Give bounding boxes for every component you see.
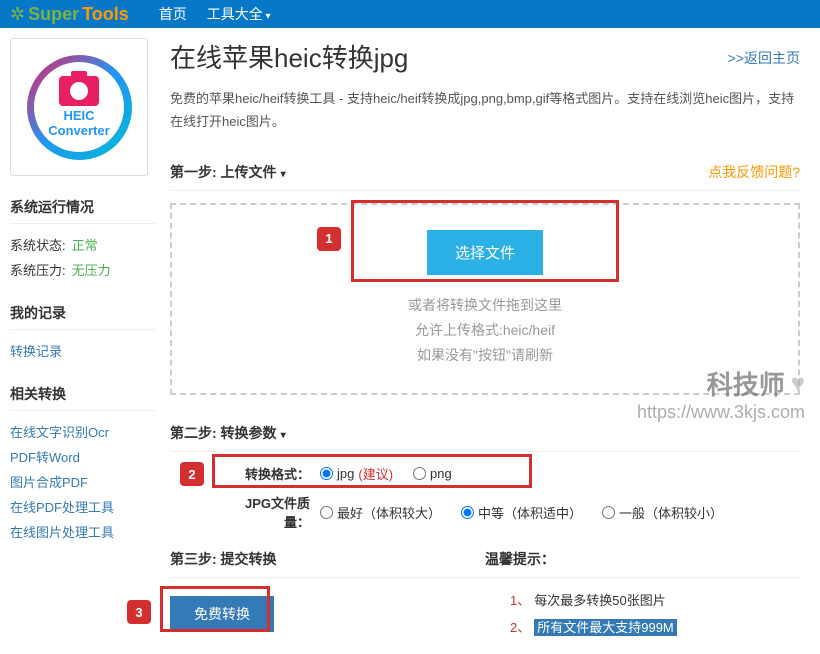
step3-title: 第三步: 提交转换 <box>170 549 277 569</box>
tips-list: 每次最多转换50张图片 所有文件最大支持999M <box>485 590 800 636</box>
hint-3: 如果没有"按钮"请刷新 <box>182 343 788 368</box>
tips-title: 温馨提示： <box>485 549 555 569</box>
quality-label: JPG文件质量： <box>220 493 310 531</box>
hint-1: 或者将转换文件拖到这里 <box>182 293 788 318</box>
navbar: ✲ Super Tools 首页 工具大全 <box>0 0 820 28</box>
related-title: 相关转换 <box>10 378 155 411</box>
records-title: 我的记录 <box>10 297 155 330</box>
page-title: 在线苹果heic转换jpg <box>170 38 408 75</box>
step3-header: 第三步: 提交转换 <box>170 541 485 578</box>
annotation-box-3 <box>160 586 270 632</box>
records-link[interactable]: 转换记录 <box>10 338 155 363</box>
annotation-box-1 <box>351 200 619 282</box>
step2-header: 第二步: 转换参数 <box>170 415 800 452</box>
converter-logo: HEIC Converter <box>10 38 148 176</box>
upload-hints: 或者将转换文件拖到这里 允许上传格式:heic/heif 如果没有"按钮"请刷新 <box>182 293 788 369</box>
tips-header: 温馨提示： <box>485 541 800 578</box>
quality-best-option[interactable]: 最好（体积较大） <box>320 503 441 522</box>
quality-normal-option[interactable]: 一般（体积较小） <box>602 503 723 522</box>
quality-best-text: 最好（体积较大） <box>337 503 441 522</box>
step1-header: 第一步: 上传文件 点我反馈问题? <box>170 154 800 191</box>
tip-1: 每次最多转换50张图片 <box>510 590 800 609</box>
status-label: 系统状态: <box>10 235 66 254</box>
logo[interactable]: ✲ Super Tools <box>10 4 129 25</box>
annotation-marker-2: 2 <box>180 462 204 486</box>
related-link-ocr[interactable]: 在线文字识别Ocr <box>10 419 155 444</box>
nav-home[interactable]: 首页 <box>159 4 187 24</box>
sidebar: HEIC Converter 系统运行情况 系统状态: 正常 系统压力: 无压力… <box>10 38 155 644</box>
related-link-pdftools[interactable]: 在线PDF处理工具 <box>10 494 155 519</box>
related-link-pdf2word[interactable]: PDF转Word <box>10 444 155 469</box>
nav-tools-dropdown[interactable]: 工具大全 <box>207 4 271 24</box>
system-status-title: 系统运行情况 <box>10 191 155 224</box>
gear-icon: ✲ <box>10 4 25 25</box>
tip-2-highlight: 所有文件最大支持999M <box>534 619 677 636</box>
annotation-marker-3: 3 <box>127 600 151 624</box>
related-link-img2pdf[interactable]: 图片合成PDF <box>10 469 155 494</box>
upload-dropzone[interactable]: 1 选择文件 或者将转换文件拖到这里 允许上传格式:heic/heif 如果没有… <box>170 203 800 396</box>
logo-text-1: Super <box>28 4 79 25</box>
logo-text-2: Tools <box>82 4 129 25</box>
quality-medium-text: 中等（体积适中） <box>478 503 582 522</box>
quality-medium-radio[interactable] <box>461 506 474 519</box>
feedback-link[interactable]: 点我反馈问题? <box>708 162 800 182</box>
hint-2: 允许上传格式:heic/heif <box>182 318 788 343</box>
pressure-value: 无压力 <box>72 260 111 279</box>
quality-normal-text: 一般（体积较小） <box>619 503 723 522</box>
tip-2: 所有文件最大支持999M <box>510 617 800 636</box>
status-value: 正常 <box>72 235 98 254</box>
related-link-imgtools[interactable]: 在线图片处理工具 <box>10 519 155 544</box>
page-description: 免费的苹果heic/heif转换工具 - 支持heic/heif转换成jpg,p… <box>170 87 800 134</box>
nav-links: 首页 工具大全 <box>159 4 271 24</box>
pressure-label: 系统压力: <box>10 260 66 279</box>
main-content: 在线苹果heic转换jpg >>返回主页 免费的苹果heic/heif转换工具 … <box>170 38 810 644</box>
step1-title[interactable]: 第一步: 上传文件 <box>170 162 286 182</box>
quality-best-radio[interactable] <box>320 506 333 519</box>
back-link[interactable]: >>返回主页 <box>728 48 800 68</box>
step2-title[interactable]: 第二步: 转换参数 <box>170 423 286 443</box>
annotation-box-2 <box>212 454 532 488</box>
camera-icon <box>59 76 99 106</box>
converter-label-heic: HEIC <box>63 108 94 123</box>
annotation-marker-1: 1 <box>317 227 341 251</box>
quality-normal-radio[interactable] <box>602 506 615 519</box>
quality-medium-option[interactable]: 中等（体积适中） <box>461 503 582 522</box>
converter-label-conv: Converter <box>48 123 109 138</box>
